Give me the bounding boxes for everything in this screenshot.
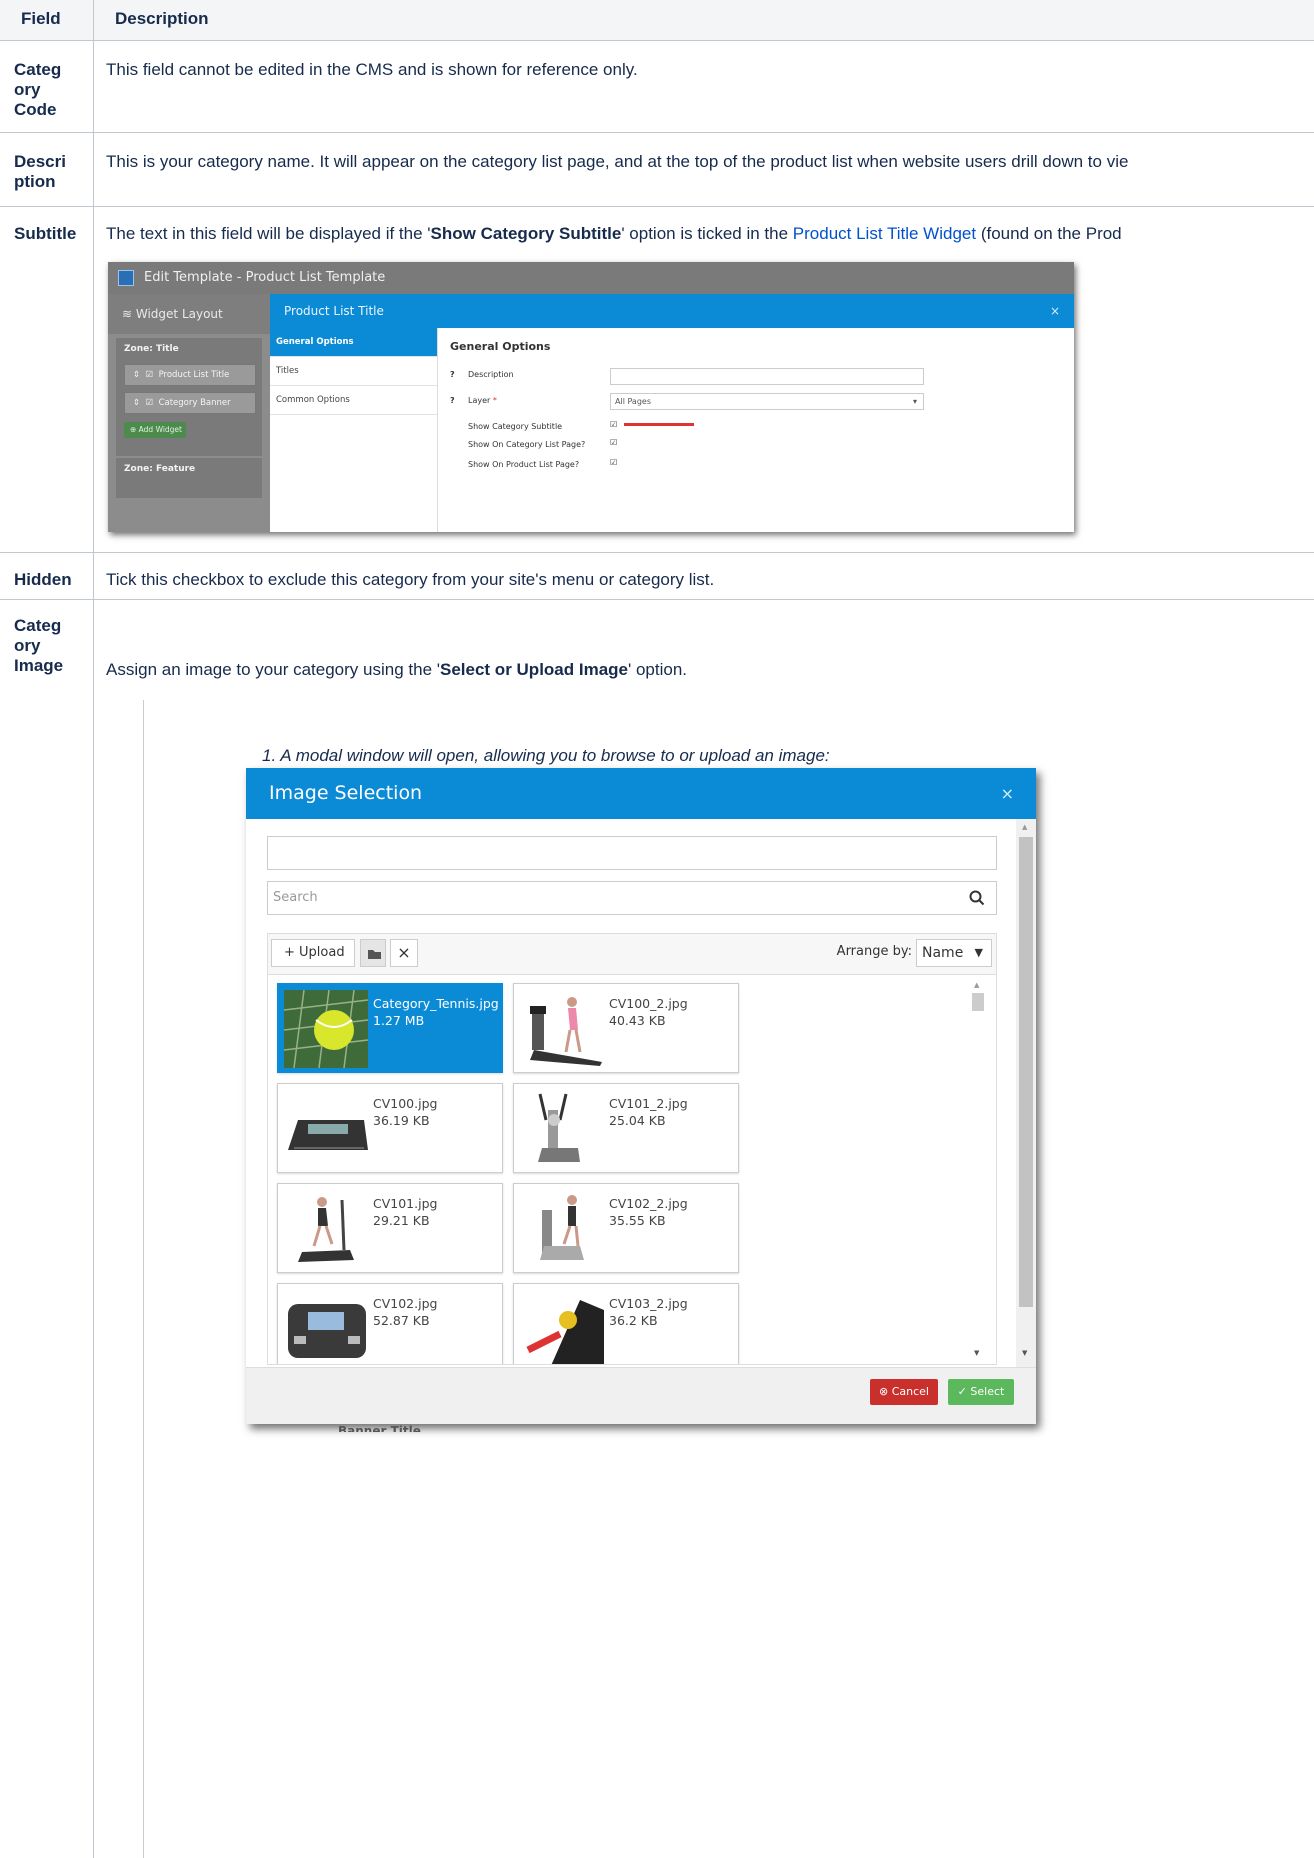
search-icon[interactable]: [968, 889, 986, 907]
widget-layout-panel: ≋ Widget Layout Zone: Title ⇕ ☑ Product …: [108, 294, 270, 532]
image-grid: Category_Tennis.jpg 1.27 MB CV100_2.jpg 40…: [267, 975, 997, 1365]
cancel-button[interactable]: ⊗ Cancel: [870, 1379, 938, 1405]
console-thumbnail: [288, 1120, 368, 1150]
close-icon: ×: [397, 943, 411, 962]
desc-category-code: This field cannot be edited in the CMS a…: [106, 60, 638, 79]
image-path-field[interactable]: [267, 836, 997, 870]
desc-subtitle: The text in this field will be displayed…: [106, 224, 1122, 243]
close-icon: ×: [1049, 304, 1060, 318]
desc-description: This is your category name. It will appe…: [106, 152, 1129, 171]
bike-part-thumbnail: [526, 1300, 604, 1364]
red-arrow-annotation: [624, 423, 694, 426]
image-tile[interactable]: CV100.jpg 36.19 KB: [277, 1083, 503, 1173]
help-icon: ?: [450, 396, 455, 405]
stepper-thumbnail: [540, 1195, 584, 1260]
grid-scrollbar[interactable]: ▲ ▼: [970, 977, 986, 1361]
checkbox-checked-icon: ☑: [610, 458, 618, 467]
dialog-nav: General Options Titles Common Options: [270, 328, 438, 532]
image-tile[interactable]: CV102_2.jpg 35.55 KB: [513, 1183, 739, 1273]
edit-template-screenshot: Edit Template - Product List Template ≋ …: [108, 262, 1074, 532]
desc-hidden: Tick this checkbox to exclude this categ…: [106, 570, 715, 589]
field-category-code: Categ ory Code: [14, 60, 62, 119]
behind-modal-text: Banner Title: [338, 1424, 421, 1432]
image-tile[interactable]: CV100_2.jpg 40.43 KB: [513, 983, 739, 1073]
console-large-thumbnail: [288, 1304, 366, 1358]
upload-button[interactable]: + Upload: [271, 939, 355, 967]
widget-row-category-banner: ⇕ ☑ Category Banner: [124, 392, 256, 414]
column-header-field: Field: [21, 9, 61, 28]
delete-button[interactable]: ×: [390, 939, 418, 967]
close-icon[interactable]: ×: [1001, 768, 1014, 819]
product-list-title-dialog: Product List Title × General Options Titl…: [270, 294, 1074, 532]
field-category-image: Categ ory Image: [14, 616, 64, 675]
step-1-text: 1. A modal window will open, allowing yo…: [262, 746, 830, 765]
field-subtitle: Subtitle: [14, 224, 77, 243]
template-icon: [118, 270, 134, 286]
check-icon: ✓: [957, 1385, 971, 1398]
image-tile[interactable]: CV102.jpg 52.87 KB: [277, 1283, 503, 1364]
zone-feature: Zone: Feature: [116, 458, 262, 498]
chevron-down-icon: ▼: [974, 946, 983, 959]
field-description: Descri ption: [14, 152, 66, 191]
modal-header: Image Selection ×: [246, 768, 1036, 819]
image-tile[interactable]: CV101.jpg 29.21 KB: [277, 1183, 503, 1273]
image-tile[interactable]: CV103_2.jpg 36.2 KB: [513, 1283, 739, 1364]
search-input[interactable]: Search: [267, 881, 997, 915]
tennis-ball-thumbnail: [284, 990, 368, 1068]
folder-icon: [368, 950, 381, 959]
checkbox-checked-icon: ☑: [610, 438, 618, 447]
layout-icon: ≋: [122, 307, 136, 321]
new-folder-button[interactable]: [360, 939, 386, 967]
add-widget-button: ⊕ Add Widget: [124, 422, 186, 438]
modal-footer: ⊗ Cancel ✓ Select: [246, 1367, 1036, 1424]
treadmill-thumbnail: [530, 997, 602, 1066]
elliptical-thumbnail: [538, 1093, 580, 1162]
select-button[interactable]: ✓ Select: [948, 1379, 1014, 1405]
edit-template-titlebar: Edit Template - Product List Template: [108, 262, 1074, 294]
product-list-title-widget-link[interactable]: Product List Title Widget: [793, 224, 976, 243]
image-tile[interactable]: Category_Tennis.jpg 1.27 MB: [277, 983, 503, 1073]
image-tile[interactable]: CV101_2.jpg 25.04 KB: [513, 1083, 739, 1173]
field-hidden: Hidden: [14, 570, 72, 589]
cancel-icon: ⊗: [879, 1385, 892, 1398]
image-selection-modal: Image Selection × Search + Upload × Arra…: [246, 768, 1036, 1424]
modal-scrollbar[interactable]: ▲ ▼: [1016, 819, 1036, 1367]
help-icon: ?: [450, 370, 455, 379]
desc-category-image: Assign an image to your category using t…: [106, 660, 688, 679]
column-header-description: Description: [115, 9, 209, 28]
elliptical-woman-thumbnail: [298, 1197, 354, 1262]
arrange-by-select[interactable]: Name ▼: [916, 939, 992, 967]
general-options-form: General Options ? Description ? Layer * …: [438, 328, 1074, 532]
arrange-by-label: Arrange by:: [836, 944, 912, 959]
widget-row-product-list-title: ⇕ ☑ Product List Title: [124, 364, 256, 386]
checkbox-checked-icon: ☑: [610, 420, 618, 429]
toolbar: + Upload × Arrange by: Name ▼: [267, 933, 997, 975]
